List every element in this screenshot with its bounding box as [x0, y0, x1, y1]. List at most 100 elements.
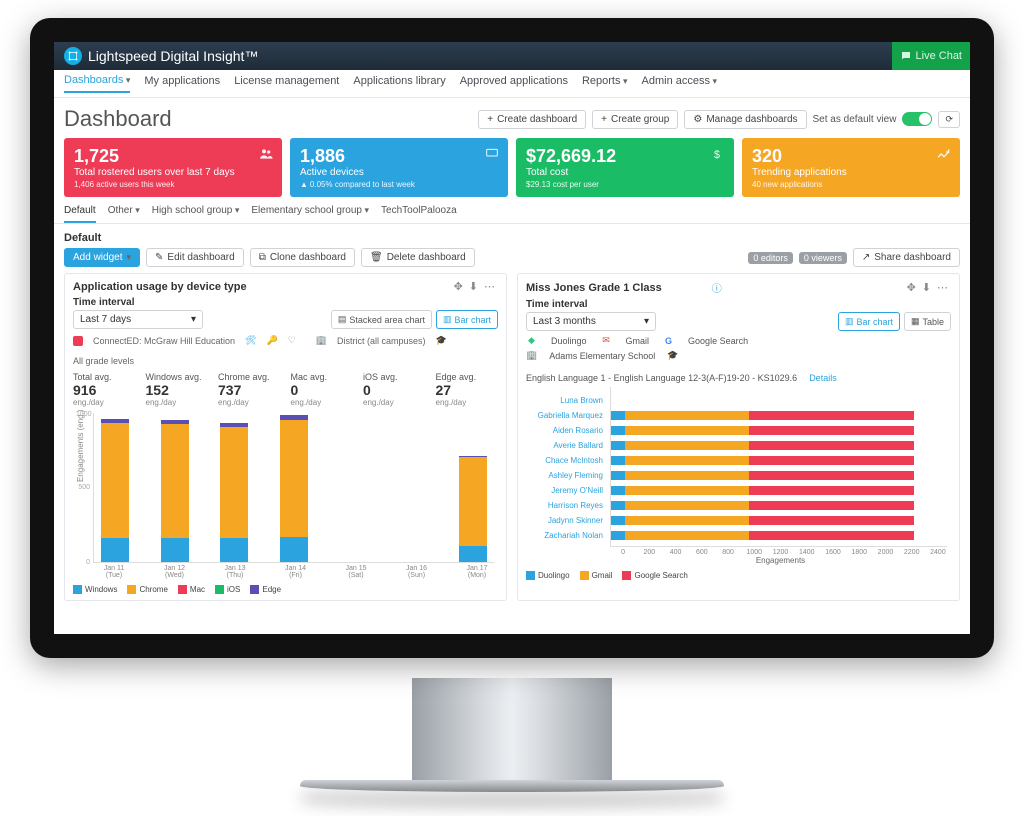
share-icon: ↗ [862, 252, 870, 263]
group-tabs: Default Other High school group Elementa… [54, 197, 970, 224]
panel-title: Application usage by device type [73, 281, 451, 293]
info-icon[interactable]: ⓘ [712, 280, 722, 295]
gmail-icon: ✉ [601, 335, 612, 346]
building-icon: 🏢 [526, 350, 537, 361]
more-icon[interactable]: ⋯ [934, 281, 951, 294]
users-icon [258, 146, 274, 165]
course-name: English Language 1 - English Language 12… [526, 373, 797, 383]
move-icon[interactable]: ✥ [451, 280, 466, 293]
chevron-down-icon: ▾ [644, 316, 649, 327]
brand-title: Lightspeed Digital Insight™ [88, 48, 258, 64]
copy-icon: ⧉ [259, 252, 266, 263]
download-icon[interactable]: ⬇ [466, 280, 481, 293]
stat-item: Windows avg.152eng./day [146, 372, 209, 407]
bar-chart-toggle[interactable]: ▥Bar chart [436, 310, 498, 329]
y-axis-label: Engagements (eng.) [76, 409, 85, 482]
chevron-down-icon: ▾ [191, 314, 196, 325]
tab-elementary[interactable]: Elementary school group [251, 205, 369, 223]
area-chart-icon: ▤ [338, 314, 347, 325]
add-widget-button[interactable]: Add widget [64, 248, 140, 267]
delete-dashboard-button[interactable]: 🗑Delete dashboard [361, 248, 475, 267]
create-dashboard-button[interactable]: +Create dashboard [478, 110, 586, 129]
tab-default[interactable]: Default [64, 205, 96, 223]
building-icon: 🏢 [316, 335, 327, 346]
chat-icon [900, 50, 912, 62]
filter-district[interactable]: District (all campuses) [337, 336, 426, 346]
plus-icon: + [601, 114, 607, 125]
page-title: Dashboard [64, 106, 478, 132]
trend-icon [936, 146, 952, 165]
class-bar-chart: Luna Brown Gabriella Marquez Aiden Rosar… [610, 387, 947, 547]
edit-dashboard-button[interactable]: ✎Edit dashboard [146, 248, 244, 267]
live-chat-button[interactable]: Live Chat [892, 42, 970, 70]
nav-dashboards[interactable]: Dashboards [64, 74, 130, 93]
editors-badge: 0 editors [748, 252, 793, 264]
brand-logo-icon [64, 47, 82, 65]
nav-my-applications[interactable]: My applications [144, 75, 220, 92]
panel-app-usage: Application usage by device type ✥ ⬇ ⋯ T… [64, 273, 507, 601]
school-name: Adams Elementary School [549, 351, 655, 361]
nav-license-management[interactable]: License management [234, 75, 339, 92]
time-interval-select[interactable]: Last 3 months▾ [526, 312, 656, 331]
gear-icon: ⚙ [693, 114, 702, 125]
arrow-up-icon: ▲ [300, 180, 308, 189]
set-default-label: Set as default view [813, 114, 897, 125]
details-link[interactable]: Details [809, 373, 837, 383]
x-axis-label: Engagements [610, 556, 951, 565]
download-icon[interactable]: ⬇ [919, 281, 934, 294]
kpi-total-cost[interactable]: $72,669.12 Total cost $29.13 cost per us… [516, 138, 734, 197]
nav-approved-applications[interactable]: Approved applications [460, 75, 568, 92]
key-icon[interactable]: 🔑 [267, 335, 278, 346]
graduation-icon: 🎓 [667, 350, 678, 361]
default-view-toggle[interactable] [902, 112, 932, 126]
stat-item: iOS avg.0eng./day [363, 372, 426, 407]
app-icon [73, 336, 83, 346]
graduation-icon: 🎓 [436, 335, 447, 346]
panel-title: Miss Jones Grade 1 Class [526, 282, 708, 294]
section-label: Default [54, 224, 970, 248]
nav-applications-library[interactable]: Applications library [353, 75, 445, 92]
tab-highschool[interactable]: High school group [152, 205, 240, 223]
bar-chart-icon: ▥ [443, 314, 452, 325]
heart-icon[interactable]: ♡ [288, 335, 296, 346]
share-dashboard-button[interactable]: ↗Share dashboard [853, 248, 960, 267]
dollar-icon: $ [710, 146, 726, 165]
filter-app[interactable]: ConnectED: McGraw Hill Education [93, 336, 235, 346]
nav-reports[interactable]: Reports [582, 75, 628, 92]
usage-bar-chart: Engagements (eng.) 0 500 1000 [93, 413, 494, 563]
bar-chart-icon: ▥ [845, 316, 854, 327]
refresh-icon: ⟳ [945, 114, 953, 125]
wrench-icon[interactable]: 🛠 [245, 335, 256, 346]
google-icon: G [663, 335, 674, 346]
time-interval-label: Time interval [526, 299, 951, 310]
table-toggle[interactable]: ▦Table [904, 312, 951, 331]
stacked-area-toggle[interactable]: ▤Stacked area chart [331, 310, 432, 329]
main-nav: Dashboards My applications License manag… [54, 70, 970, 98]
kpi-total-users[interactable]: 1,725 Total rostered users over last 7 d… [64, 138, 282, 197]
plus-icon: + [487, 114, 493, 125]
filter-grade[interactable]: All grade levels [73, 356, 134, 366]
app-header: Lightspeed Digital Insight™ Live Chat [54, 42, 970, 70]
duolingo-icon: ◆ [526, 335, 537, 346]
stat-item: Chrome avg.737eng./day [218, 372, 281, 407]
refresh-button[interactable]: ⟳ [938, 111, 960, 128]
time-interval-select[interactable]: Last 7 days▾ [73, 310, 203, 329]
tab-techtool[interactable]: TechToolPalooza [381, 205, 457, 223]
more-icon[interactable]: ⋯ [481, 280, 498, 293]
svg-text:$: $ [714, 149, 720, 161]
move-icon[interactable]: ✥ [904, 281, 919, 294]
create-group-button[interactable]: +Create group [592, 110, 678, 129]
laptop-icon [484, 146, 500, 165]
clone-dashboard-button[interactable]: ⧉Clone dashboard [250, 248, 355, 267]
table-icon: ▦ [911, 316, 920, 327]
tab-other[interactable]: Other [108, 205, 140, 223]
panel-class: Miss Jones Grade 1 Class ⓘ ✥ ⬇ ⋯ Time in… [517, 273, 960, 601]
nav-admin-access[interactable]: Admin access [642, 75, 718, 92]
stat-item: Edge avg.27eng./day [436, 372, 499, 407]
kpi-active-devices[interactable]: 1,886 Active devices ▲0.05% compared to … [290, 138, 508, 197]
manage-dashboards-button[interactable]: ⚙Manage dashboards [684, 110, 806, 129]
pencil-icon: ✎ [155, 252, 163, 263]
kpi-trending-apps[interactable]: 320 Trending applications 40 new applica… [742, 138, 960, 197]
bar-chart-toggle[interactable]: ▥Bar chart [838, 312, 900, 331]
trash-icon: 🗑 [370, 252, 383, 263]
